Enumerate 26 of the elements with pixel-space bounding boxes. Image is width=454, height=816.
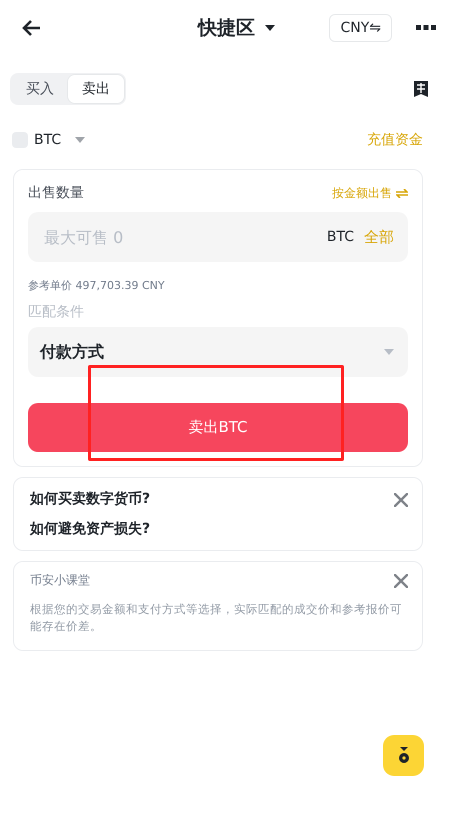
tip-text: 根据您的交易金额和支付方式等选择，实际匹配的成交价和参考报价可能存在价差。	[30, 601, 403, 636]
more-icon[interactable]	[416, 25, 436, 31]
order-list-icon[interactable]	[414, 81, 428, 97]
reference-price: 参考单价 497,703.39 CNY	[28, 278, 166, 293]
page-title[interactable]: 快捷区	[198, 15, 256, 41]
swap-icon	[396, 188, 408, 198]
medal-icon	[398, 747, 410, 764]
match-label: 匹配条件	[28, 303, 85, 321]
currency-button[interactable]: CNY⇋	[329, 14, 392, 42]
unit-label: BTC	[326, 229, 354, 245]
payment-select[interactable]: 付款方式	[28, 327, 408, 377]
tip-title: 币安小课堂	[30, 572, 90, 589]
caret-icon	[265, 25, 276, 31]
caret-icon	[75, 137, 86, 143]
faq-link[interactable]: 如何买卖数字货币?	[30, 490, 150, 508]
amount-field[interactable]: 最大可售 0 BTC 全部	[28, 212, 408, 262]
trade-tab[interactable]: 买入	[12, 75, 68, 103]
trade-tab[interactable]: 卖出	[68, 75, 124, 103]
faq-link[interactable]: 如何避免资产损失?	[30, 520, 150, 538]
amount-label: 出售数量	[28, 184, 84, 202]
caret-icon	[384, 349, 394, 355]
close-icon[interactable]	[394, 493, 408, 507]
close-icon[interactable]	[394, 574, 408, 588]
sell-button[interactable]: 卖出BTC	[28, 403, 408, 452]
coin-selector[interactable]: BTC	[34, 132, 62, 148]
reward-button[interactable]	[383, 735, 424, 776]
